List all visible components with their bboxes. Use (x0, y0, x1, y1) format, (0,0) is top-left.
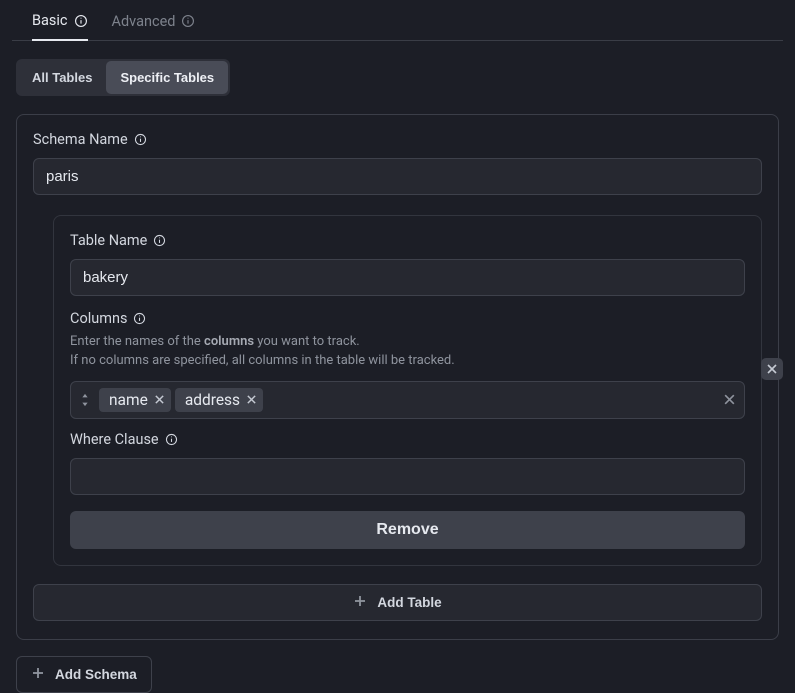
schema-name-input[interactable] (33, 158, 762, 195)
add-table-button[interactable]: Add Table (33, 584, 762, 621)
info-icon (165, 433, 178, 446)
toggle-all-tables[interactable]: All Tables (18, 61, 106, 94)
info-icon (133, 312, 146, 325)
table-name-label: Table Name (70, 232, 745, 249)
columns-input[interactable]: name address (70, 381, 745, 419)
table-scope-toggle: All Tables Specific Tables (16, 59, 230, 96)
toggle-specific-tables[interactable]: Specific Tables (106, 61, 228, 94)
add-schema-button[interactable]: Add Schema (16, 656, 152, 693)
where-clause-input[interactable] (70, 458, 745, 495)
info-icon (134, 133, 147, 146)
clear-all-icon[interactable] (723, 393, 736, 406)
column-tag: address (175, 388, 263, 412)
schema-name-label: Schema Name (33, 131, 762, 148)
column-tag: name (99, 388, 171, 412)
schema-card: Schema Name Table Name Columns Enter the… (16, 114, 779, 640)
label-text: Table Name (70, 232, 147, 249)
remove-button[interactable]: Remove (70, 511, 745, 549)
columns-label: Columns (70, 310, 745, 327)
tab-basic[interactable]: Basic (32, 12, 88, 41)
tag-text: name (109, 391, 148, 409)
label-text: Schema Name (33, 131, 128, 148)
info-icon (74, 14, 88, 28)
table-name-input[interactable] (70, 259, 745, 296)
tab-advanced[interactable]: Advanced (112, 12, 196, 40)
sort-icon[interactable] (75, 393, 95, 407)
tabs-bar: Basic Advanced (12, 12, 783, 41)
where-clause-label: Where Clause (70, 431, 745, 448)
plus-icon (31, 666, 45, 683)
info-icon (153, 234, 166, 247)
button-label: Add Table (377, 595, 441, 610)
remove-tag-icon[interactable] (246, 394, 257, 405)
plus-icon (353, 594, 367, 611)
tab-label: Advanced (112, 13, 176, 30)
remove-tag-icon[interactable] (154, 394, 165, 405)
label-text: Where Clause (70, 431, 159, 448)
label-text: Columns (70, 310, 127, 327)
tag-text: address (185, 391, 240, 409)
tab-label: Basic (32, 12, 68, 29)
info-icon (181, 14, 195, 28)
table-card: Table Name Columns Enter the names of th… (53, 215, 762, 566)
button-label: Add Schema (55, 667, 137, 682)
close-icon[interactable] (761, 358, 783, 380)
columns-help-text: Enter the names of the columns you want … (70, 333, 745, 371)
